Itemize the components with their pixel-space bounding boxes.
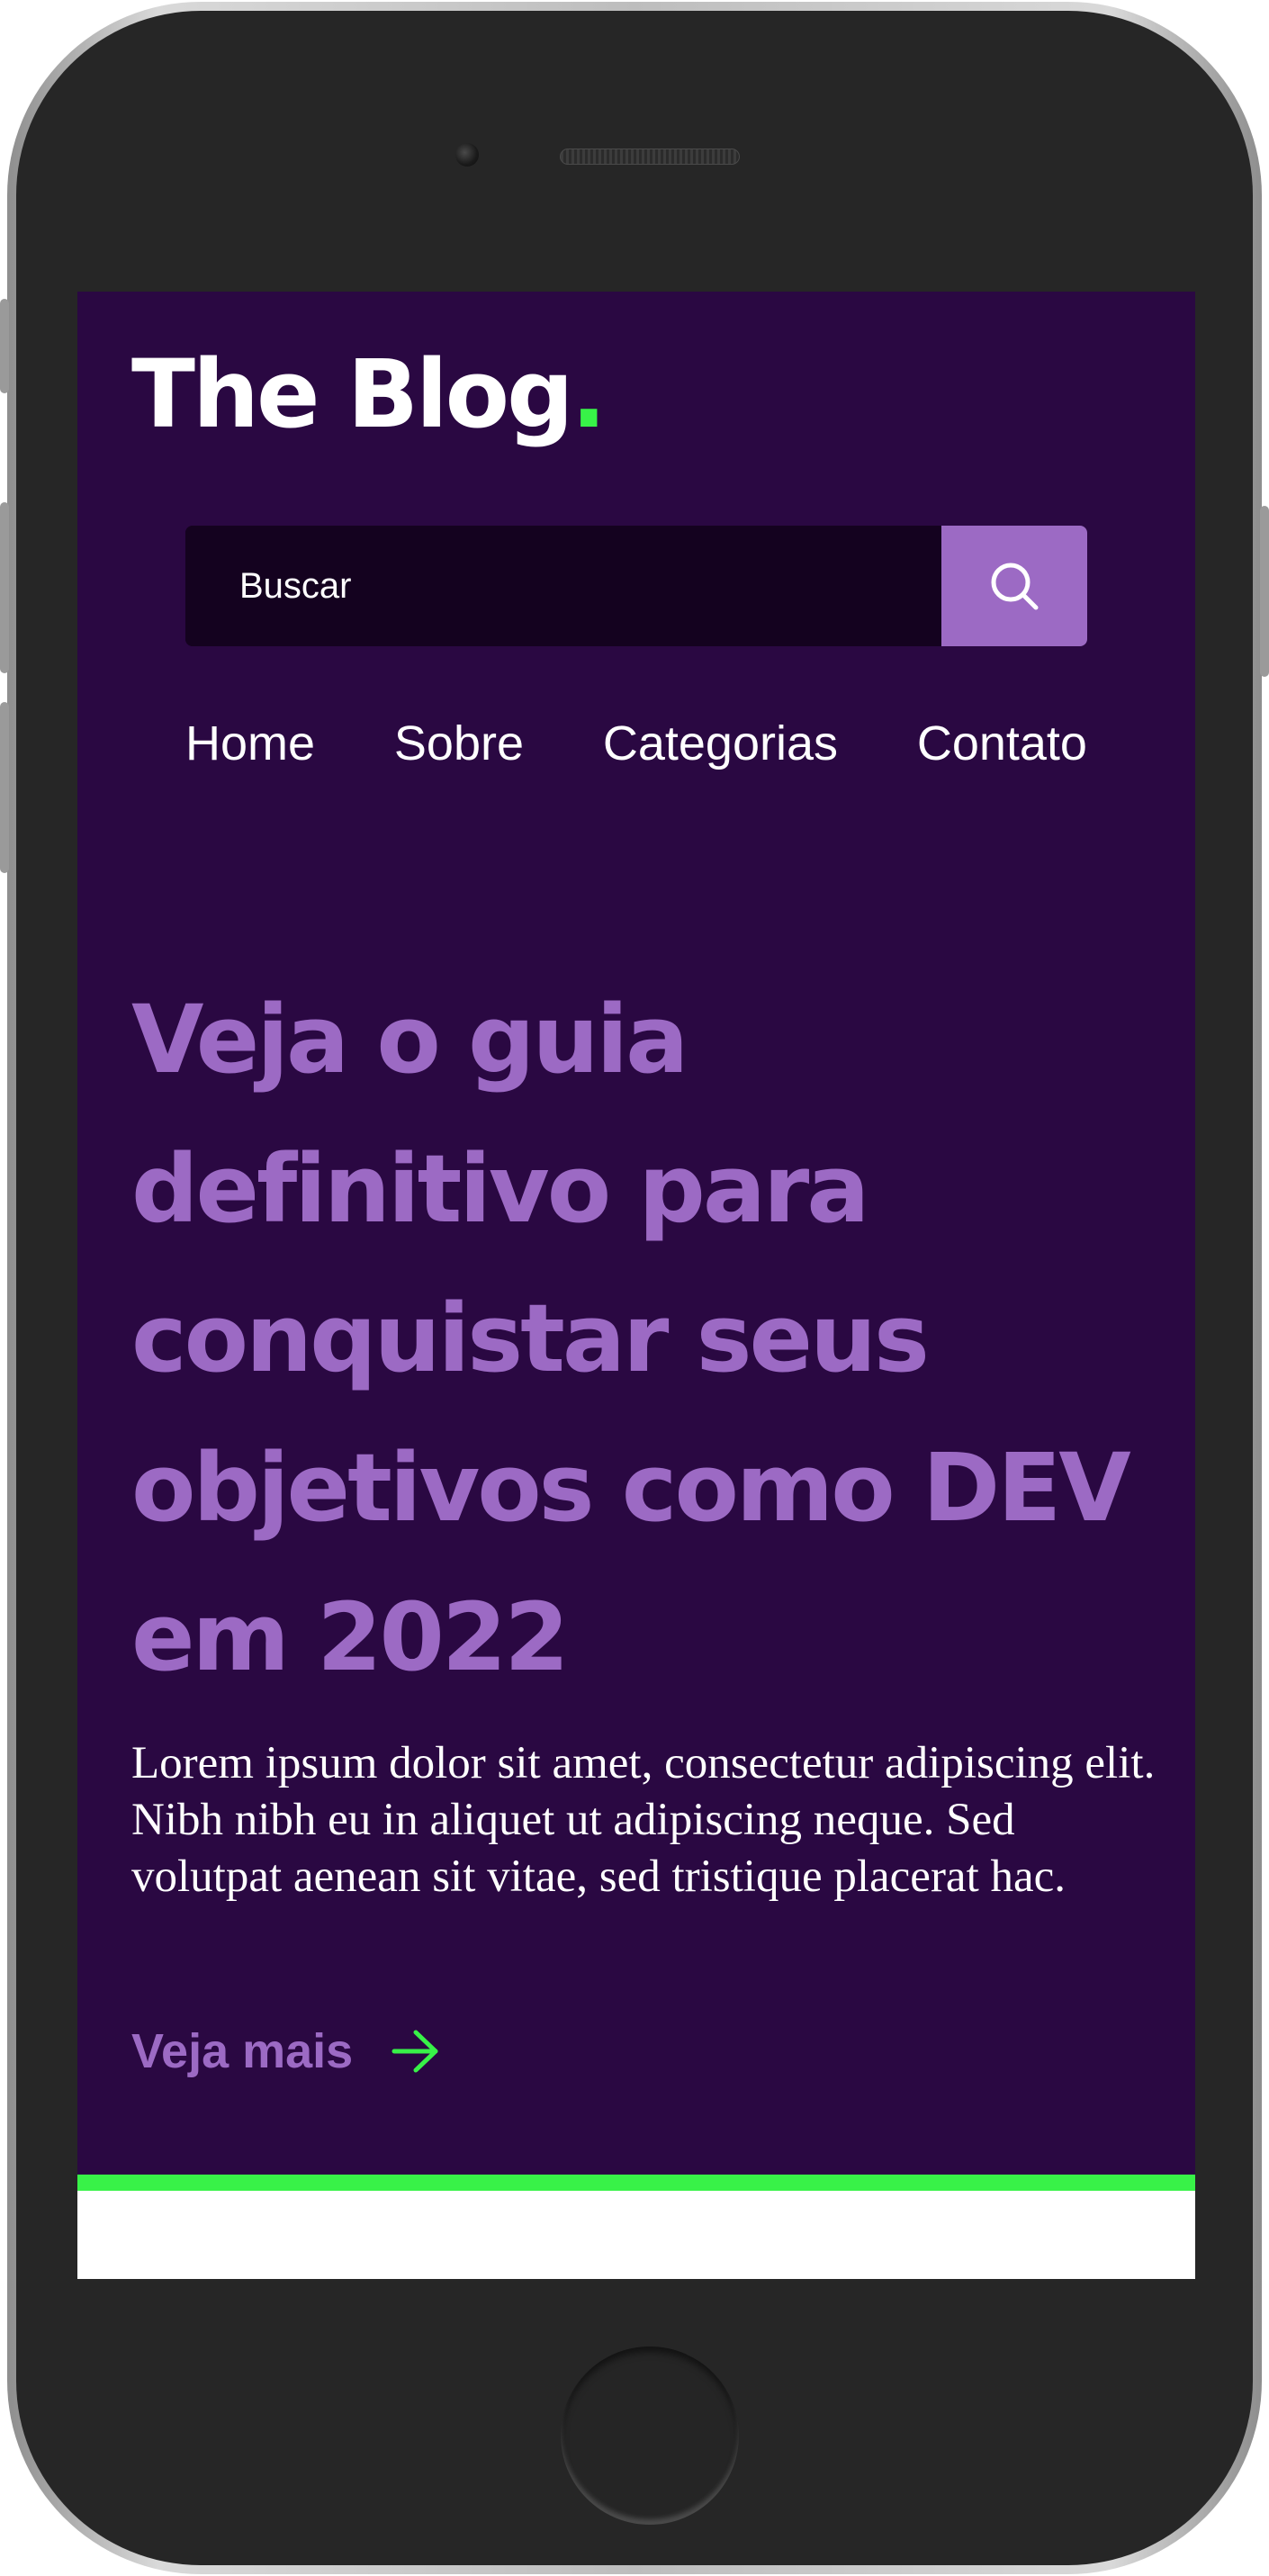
search-input[interactable]	[185, 526, 941, 646]
logo-dot: .	[571, 339, 607, 449]
site-logo[interactable]: The Blog.	[131, 347, 607, 441]
main-nav: Home Sobre Categorias Contato	[185, 715, 1087, 773]
logo-text: The Blog	[131, 339, 574, 449]
nav-home[interactable]: Home	[185, 715, 315, 773]
see-more-label: Veja mais	[131, 2024, 354, 2078]
earpiece-speaker	[560, 149, 740, 165]
hero-text: Lorem ipsum dolor sit amet, consectetur …	[131, 1738, 1156, 1902]
power-button	[1260, 506, 1269, 677]
nav-categorias[interactable]: Categorias	[603, 715, 838, 773]
search-icon	[991, 563, 1039, 610]
see-more-link[interactable]: Veja mais	[131, 2023, 441, 2079]
volume-up-button	[0, 502, 9, 673]
accent-divider	[77, 2175, 1195, 2191]
search-bar	[185, 526, 1087, 646]
phone-frame: The Blog. Home Sobre Categorias Contato …	[0, 2, 1269, 2574]
nav-sobre[interactable]: Sobre	[394, 715, 524, 773]
search-button[interactable]	[941, 526, 1087, 646]
nav-contato[interactable]: Contato	[917, 715, 1087, 773]
front-camera	[455, 143, 479, 167]
arrow-right-icon	[392, 2030, 438, 2073]
volume-down-button	[0, 702, 9, 873]
home-button	[561, 2346, 739, 2525]
phone-screen: The Blog. Home Sobre Categorias Contato …	[77, 292, 1195, 2279]
hero-title: Veja o guia definitivo para conquistar s…	[131, 985, 1131, 1692]
hero-section: The Blog. Home Sobre Categorias Contato …	[77, 292, 1195, 2175]
mute-switch	[0, 299, 9, 393]
